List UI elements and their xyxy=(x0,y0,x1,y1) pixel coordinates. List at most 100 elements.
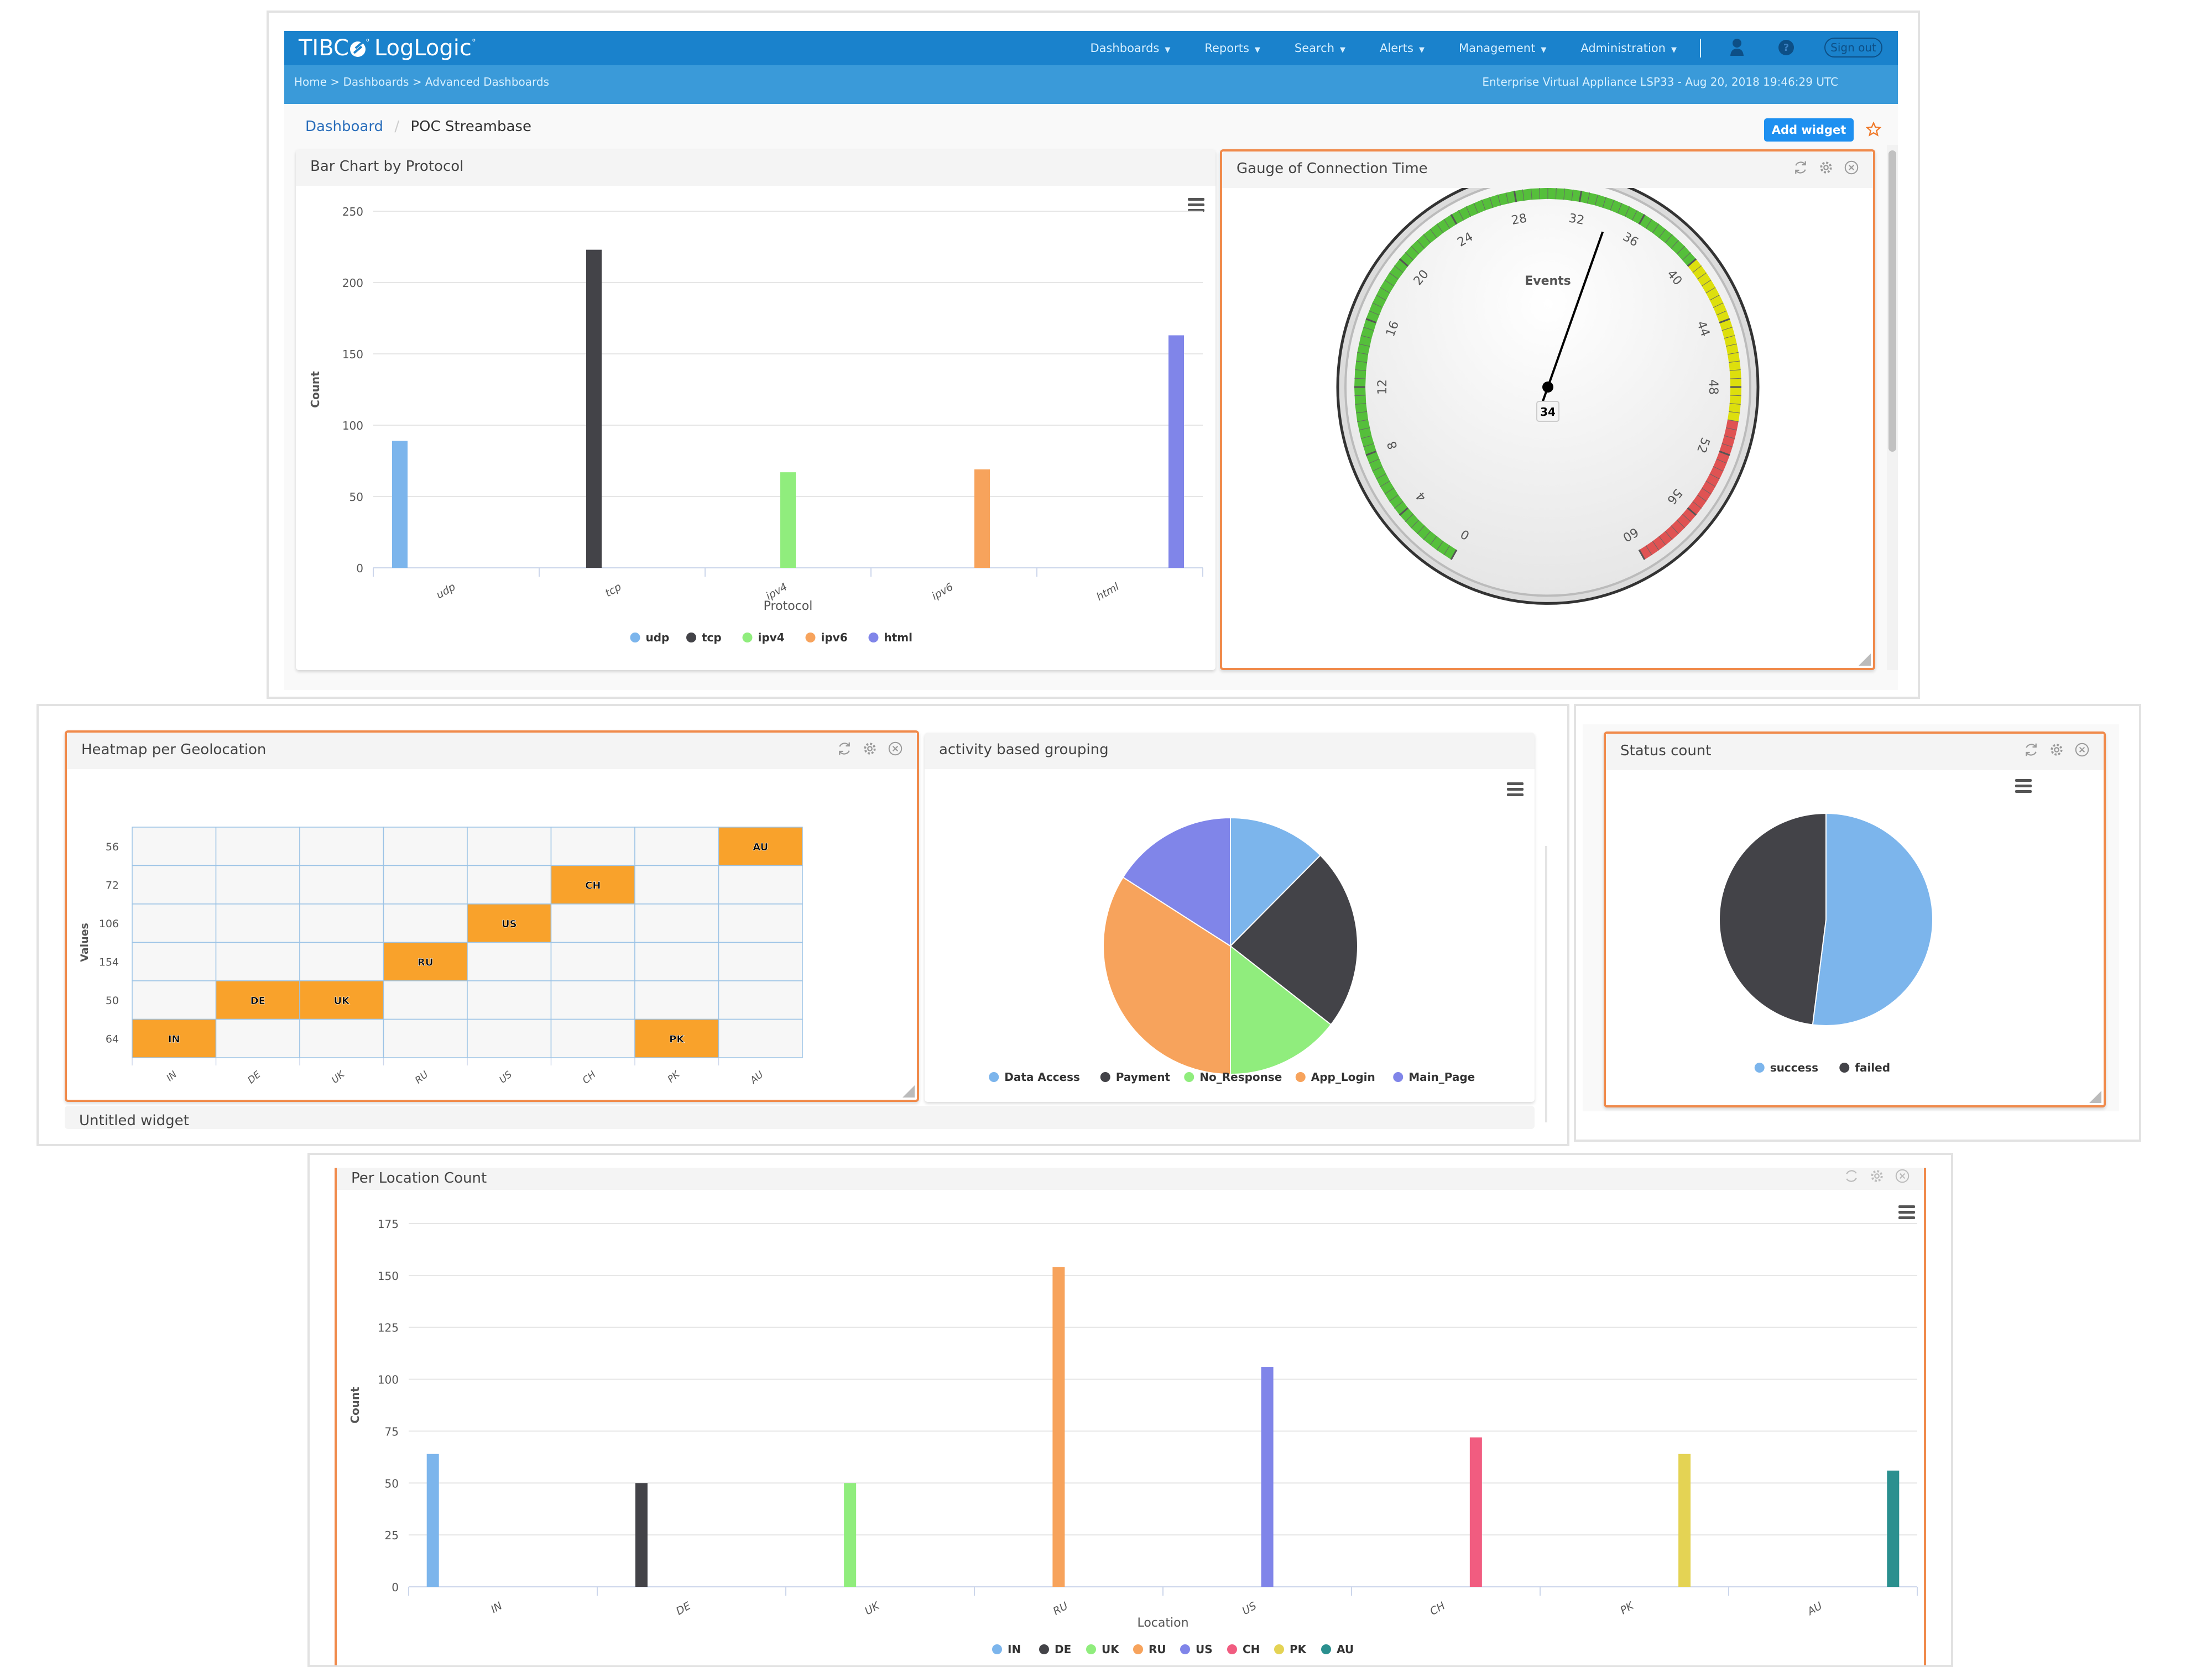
legend-label: US xyxy=(1196,1643,1213,1656)
bar-ipv6 xyxy=(974,469,990,568)
heatmap-cell-label: DE xyxy=(251,995,265,1007)
header-breadcrumb[interactable]: Home > Dashboards > Advanced Dashboards xyxy=(294,75,549,88)
y-tick-label: 50 xyxy=(349,490,363,504)
y-axis-title: Values xyxy=(79,923,91,962)
widget-title: Per Location Count xyxy=(351,1170,487,1187)
bar-US xyxy=(1261,1367,1274,1587)
pie-slice-failed xyxy=(1719,812,1827,1026)
widget-header[interactable]: activity based grouping xyxy=(925,733,1535,769)
y-tick-label: 64 xyxy=(106,1033,119,1045)
heatmap-cell xyxy=(132,942,217,981)
heatmap-cell xyxy=(718,903,803,943)
sign-out-button[interactable]: Sign out xyxy=(1824,38,1882,58)
x-tick-label: IN xyxy=(489,1600,504,1616)
caret-down-icon: ▼ xyxy=(1671,46,1677,54)
gear-icon[interactable] xyxy=(1869,1168,1885,1184)
heatmap-cell xyxy=(718,1018,803,1058)
x-tick-label: AU xyxy=(1804,1600,1824,1618)
nav-search[interactable]: Search ▼ xyxy=(1295,41,1345,55)
legend-marker-IN xyxy=(992,1644,1002,1654)
close-icon[interactable] xyxy=(1894,1168,1911,1184)
bar-IN xyxy=(426,1454,439,1587)
y-tick-label: 100 xyxy=(378,1373,399,1387)
nav-dashboards[interactable]: Dashboards ▼ xyxy=(1090,41,1170,55)
legend-label: AU xyxy=(1337,1643,1354,1656)
x-tick-label: html xyxy=(1094,581,1121,603)
heatmap-cell xyxy=(634,865,719,905)
nav-administration[interactable]: Administration ▼ xyxy=(1580,41,1677,55)
legend-marker-App_Login xyxy=(1295,1072,1306,1082)
heatmap-cell xyxy=(634,942,719,981)
y-tick-label: 154 xyxy=(99,956,119,968)
scrollbar-thumb[interactable] xyxy=(1888,150,1896,452)
widget-activity-grouping: activity based grouping Data Access Payme… xyxy=(925,733,1535,1102)
legend-marker-RU xyxy=(1133,1644,1143,1654)
resize-handle[interactable] xyxy=(1859,654,1871,666)
x-tick-label: UK xyxy=(863,1600,882,1618)
resize-handle[interactable] xyxy=(902,1085,915,1098)
legend-marker-Data Access xyxy=(989,1072,999,1082)
legend-label: udp xyxy=(646,631,670,644)
legend-marker-ipv4 xyxy=(742,633,753,642)
legend-marker-DE xyxy=(1039,1644,1049,1654)
heatmap-cell xyxy=(215,865,300,905)
heatmap-cell xyxy=(383,980,468,1020)
widget-header[interactable]: Gauge of Connection Time xyxy=(1222,151,1873,188)
gear-icon[interactable] xyxy=(1818,159,1834,176)
legend-marker-failed xyxy=(1839,1063,1850,1073)
star-icon[interactable] xyxy=(1865,121,1882,137)
heatmap-cell-label: CH xyxy=(585,880,601,891)
refresh-icon[interactable] xyxy=(836,740,853,757)
x-tick-label: IN xyxy=(165,1069,180,1084)
gear-icon[interactable] xyxy=(862,740,878,757)
resize-handle[interactable] xyxy=(2089,1091,2101,1103)
nav-alerts[interactable]: Alerts ▼ xyxy=(1380,41,1425,55)
bar-AU xyxy=(1887,1470,1900,1587)
gauge-label: Events xyxy=(1525,274,1571,288)
heatmap-cell xyxy=(215,903,300,943)
y-tick-label: 56 xyxy=(106,841,119,853)
nav-divider xyxy=(1700,39,1701,58)
y-tick-label: 100 xyxy=(342,419,363,432)
tibco-logo-icon xyxy=(349,41,366,57)
gauge-tick-label: 32 xyxy=(1568,211,1585,227)
x-tick-label: RU xyxy=(1051,1600,1071,1618)
bar-PK xyxy=(1678,1454,1691,1587)
x-axis-title: Location xyxy=(1137,1616,1188,1630)
x-tick-label: DE xyxy=(674,1600,693,1617)
refresh-icon[interactable] xyxy=(1792,159,1809,176)
heatmap-cell xyxy=(132,980,217,1020)
caret-down-icon: ▼ xyxy=(1541,46,1547,54)
gauge-value: 34 xyxy=(1540,405,1556,419)
app-logo[interactable]: TIBC ° LogLogic° xyxy=(299,35,476,61)
heatmap-cell xyxy=(467,865,552,905)
heatmap-cell-label: RU xyxy=(418,957,433,968)
help-icon[interactable]: ? xyxy=(1777,39,1795,56)
x-tick-label: AU xyxy=(748,1069,765,1086)
close-icon[interactable] xyxy=(1843,159,1860,176)
gear-icon[interactable] xyxy=(2048,741,2065,758)
widget-header[interactable]: Untitled widget xyxy=(65,1106,1535,1129)
y-axis-title: Count xyxy=(348,1387,362,1424)
crumb-dashboard-link[interactable]: Dashboard xyxy=(305,118,383,135)
gauge-pivot xyxy=(1542,382,1553,393)
nav-management[interactable]: Management ▼ xyxy=(1459,41,1546,55)
refresh-icon[interactable] xyxy=(2023,741,2039,758)
refresh-icon[interactable] xyxy=(1843,1168,1860,1184)
legend-label: DE xyxy=(1055,1643,1071,1656)
legend-marker-ipv6 xyxy=(805,633,816,642)
close-icon[interactable] xyxy=(2074,741,2090,758)
user-icon[interactable] xyxy=(1728,38,1746,58)
add-widget-button[interactable]: Add widget xyxy=(1764,118,1854,142)
widget-status-count: Status count success failed xyxy=(1604,731,2106,1107)
widget-header[interactable]: Heatmap per Geolocation xyxy=(67,733,917,769)
heatmap-cell-label: AU xyxy=(753,842,768,853)
widget-header[interactable]: Per Location Count xyxy=(337,1168,1924,1190)
crumb-current: POC Streambase xyxy=(410,118,531,135)
legend-marker-AU xyxy=(1321,1644,1331,1654)
close-icon[interactable] xyxy=(887,740,904,757)
content-scrollbar[interactable] xyxy=(1887,145,1898,670)
widget-title: Heatmap per Geolocation xyxy=(81,741,267,758)
widget-header[interactable]: Status count xyxy=(1606,734,2104,770)
nav-reports[interactable]: Reports ▼ xyxy=(1204,41,1260,55)
